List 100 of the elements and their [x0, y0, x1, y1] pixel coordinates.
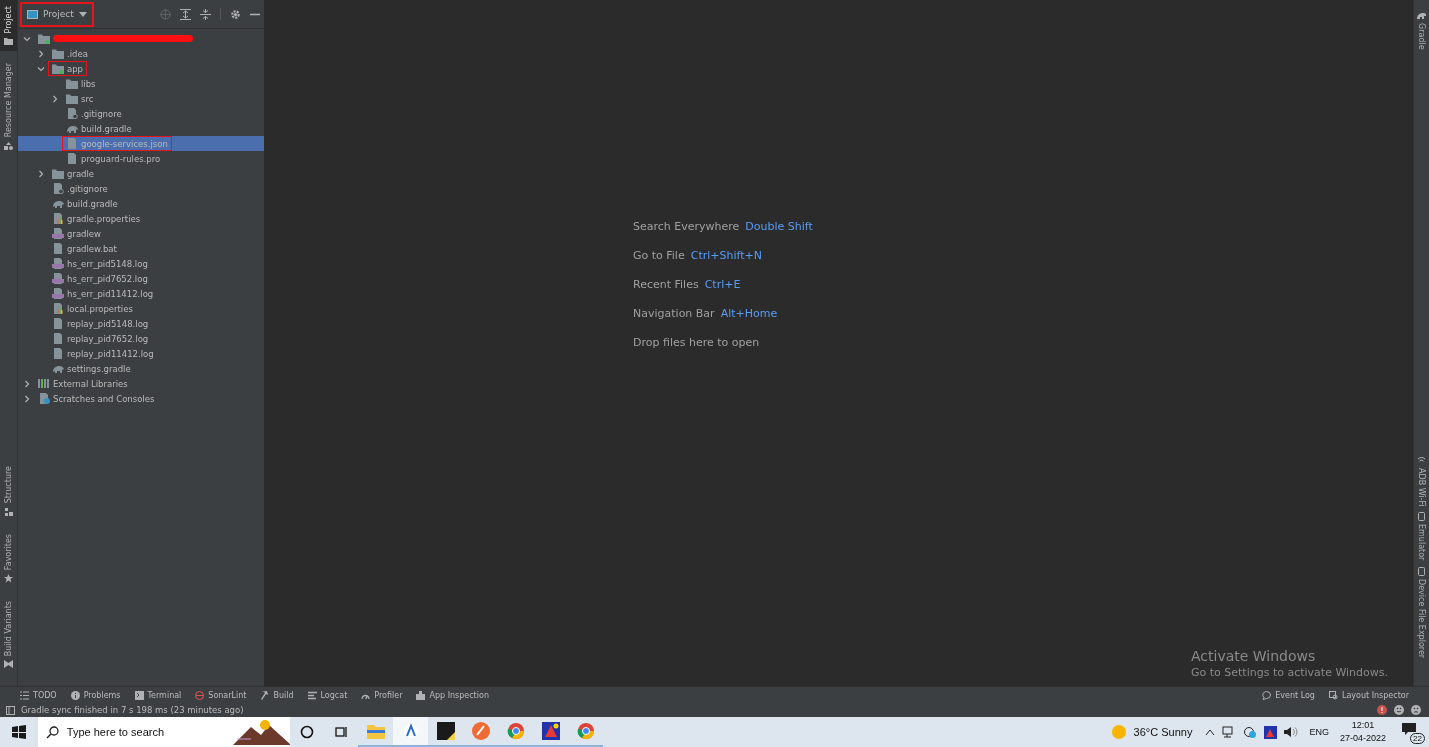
chevron-right-icon[interactable] [37, 49, 45, 58]
activation-title: Activate Windows [1191, 648, 1317, 664]
tree-label: local.properties [67, 303, 133, 314]
browser-icon [506, 722, 525, 740]
tree-row[interactable]: proguard-rules.pro [18, 151, 264, 166]
note-icon [436, 722, 455, 740]
tool-window-tab[interactable]: Build [260, 690, 294, 700]
settings-icon[interactable] [230, 8, 241, 20]
tree-row[interactable]: gradlew.bat [18, 241, 264, 256]
folder-icon [66, 78, 78, 89]
tree-label: gradle.properties [67, 213, 141, 224]
tree-label: build.gradle [67, 198, 118, 209]
error-icon[interactable] [1377, 705, 1387, 715]
speaker-icon[interactable] [1284, 726, 1299, 738]
tree-label: google-services.json [81, 138, 168, 149]
tool-window-tab[interactable]: Problems [70, 690, 121, 700]
tool-window-tab[interactable]: App Inspection [416, 690, 489, 700]
file-icon [52, 348, 64, 359]
tool-window-tab[interactable]: Layout Inspector [1328, 690, 1409, 700]
weather-text[interactable]: 36°C Sunny [1133, 726, 1193, 738]
tree-row[interactable]: .idea [18, 46, 264, 61]
tree-label: src [81, 93, 94, 104]
tool-window-tab[interactable]: Gradle [1417, 8, 1426, 53]
tool-window-tab[interactable]: Emulator [1417, 509, 1426, 564]
cloud-icon[interactable] [1243, 725, 1258, 739]
tree-label: libs [81, 78, 96, 89]
language-indicator[interactable]: ENG [1309, 727, 1329, 737]
tree-label: gradle [67, 168, 95, 179]
tree-row[interactable]: build.gradle [18, 121, 264, 136]
chevron-down-icon[interactable] [37, 64, 45, 73]
tree-row[interactable]: hs_err_pid11412.log [18, 286, 264, 301]
tree-label: replay_pid7652.log [67, 333, 149, 344]
tool-window-tab[interactable]: Structure [0, 460, 17, 522]
chevron-right-icon[interactable] [51, 94, 59, 103]
tree-row[interactable]: build.gradle [18, 196, 264, 211]
tree-row[interactable]: hs_err_pid7652.log [18, 271, 264, 286]
clock-time[interactable]: 12:01 [1351, 719, 1375, 732]
mountain-drawing [232, 719, 290, 745]
lines-icon [307, 690, 317, 700]
tool-window-tab[interactable]: Profiler [361, 690, 403, 700]
tree-row[interactable]: replay_pid5148.log [18, 316, 264, 331]
tree-row[interactable]: src [18, 91, 264, 106]
hint-text: Navigation Bar [633, 307, 715, 322]
tool-window-tab[interactable]: Terminal [134, 690, 182, 700]
task-view-icon[interactable] [334, 725, 348, 739]
tree-row[interactable]: replay_pid11412.log [18, 346, 264, 361]
notification-icon[interactable] [1401, 722, 1417, 736]
tree-label: External Libraries [53, 378, 128, 389]
taskbar-search-field[interactable]: Type here to search [66, 726, 225, 738]
tree-row[interactable]: .gitignore [18, 181, 264, 196]
chevron-up-icon[interactable] [1205, 728, 1216, 736]
scratch-file-icon [38, 393, 50, 404]
tree-label: gradlew [67, 228, 102, 239]
file-icon [66, 108, 78, 119]
phone-icon [1417, 512, 1426, 522]
hint-text: Drop files here to open [633, 336, 760, 351]
tree-row[interactable]: local.properties [18, 301, 264, 316]
tool-window-tab[interactable]: Project [0, 0, 17, 52]
folder-icon [52, 63, 64, 74]
elephant-icon [52, 198, 64, 209]
chevron-right-icon[interactable] [23, 394, 31, 403]
project-view-dropdown[interactable]: Project [20, 1, 94, 27]
tree-label: .gitignore [67, 183, 108, 194]
tree-row[interactable]: libs [18, 76, 264, 91]
tree-row[interactable]: app [18, 61, 264, 76]
tree-row[interactable]: gradle.properties [18, 211, 264, 226]
tree-row[interactable]: External Libraries [18, 376, 264, 391]
tool-window-tab[interactable]: SonarLint [195, 690, 247, 700]
collapse-all-icon[interactable] [200, 8, 211, 20]
tool-window-tab[interactable]: Favorites [0, 527, 17, 589]
tool-window-tab[interactable]: Logcat [307, 690, 348, 700]
tool-window-tab[interactable]: ADB Wi-Fi [1417, 452, 1426, 510]
panel-toggle-icon[interactable] [6, 705, 15, 715]
taskbar-search-box[interactable]: Type here to search [38, 717, 290, 747]
tree-row[interactable]: Scratches and Consoles [18, 391, 264, 406]
tree-row[interactable]: settings.gradle [18, 361, 264, 376]
file-icon [66, 153, 78, 164]
tool-window-tab[interactable]: Device File Explorer [1417, 563, 1426, 661]
expand-all-icon[interactable] [180, 8, 191, 20]
tool-window-tab[interactable]: TODO [20, 690, 57, 700]
frown-icon[interactable] [1411, 705, 1421, 715]
tool-window-tab[interactable]: Event Log [1262, 690, 1315, 700]
windows-start-icon[interactable] [12, 725, 26, 739]
clock-date[interactable]: 27-04-2022 [1339, 732, 1386, 745]
smiley-icon[interactable] [1394, 705, 1404, 715]
tree-row[interactable]: gradle [18, 166, 264, 181]
chevron-right-icon[interactable] [23, 379, 31, 388]
tree-row[interactable]: hs_err_pid5148.log [18, 256, 264, 271]
tool-window-tab[interactable]: Resource Manager [0, 57, 17, 156]
file-icon [52, 183, 64, 194]
tree-row[interactable]: .gitignore [18, 106, 264, 121]
tree-row[interactable]: gradlew [18, 226, 264, 241]
tool-window-tab[interactable]: Build Variants [0, 594, 17, 674]
chevron-down-icon[interactable] [23, 34, 31, 43]
tree-row[interactable]: replay_pid7652.log [18, 331, 264, 346]
phone-icon [1417, 566, 1426, 576]
circle-icon[interactable] [300, 725, 314, 739]
script-file-icon [52, 288, 64, 299]
chevron-right-icon[interactable] [37, 169, 45, 178]
paint-icon[interactable] [1264, 725, 1278, 739]
